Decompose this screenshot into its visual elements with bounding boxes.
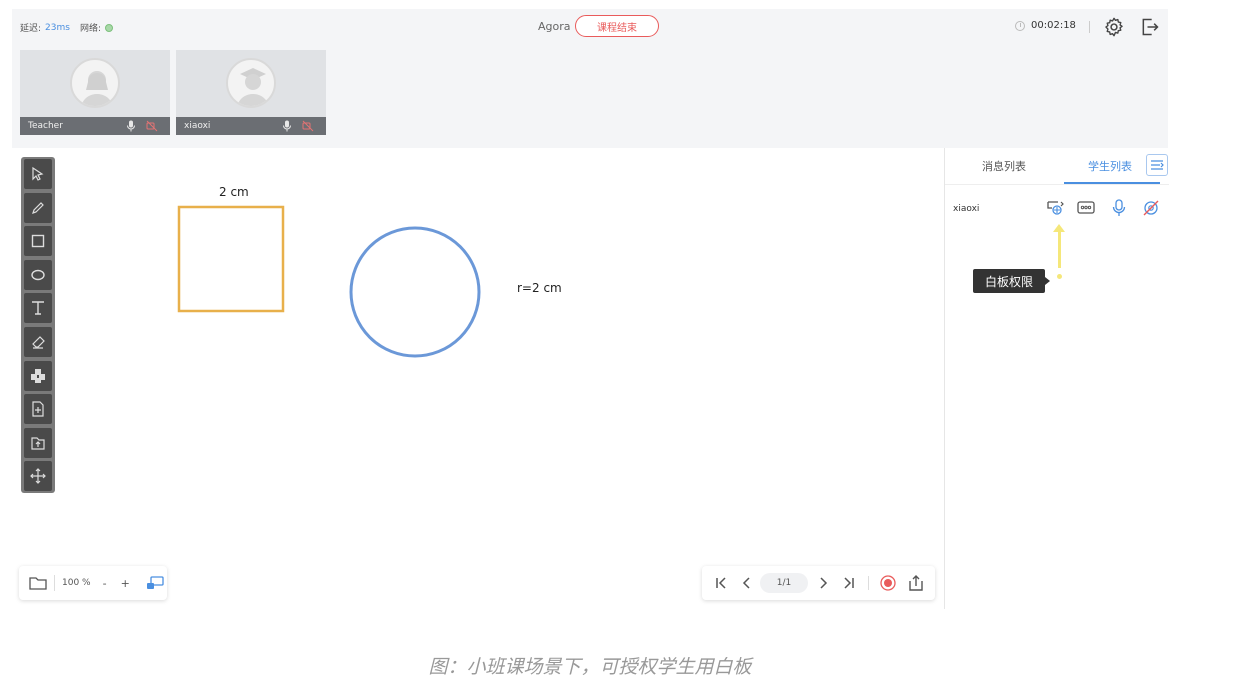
settings-gear-icon[interactable] (1103, 16, 1125, 38)
student-video-name: xiaoxi (184, 121, 211, 131)
mic-icon[interactable] (282, 120, 292, 132)
video-tile-teacher[interactable]: Teacher (20, 50, 170, 135)
class-timer: 00:02:18 (1015, 20, 1076, 31)
video-tile-student[interactable]: xiaoxi (176, 50, 326, 135)
figure-caption: 图：小班课场景下，可授权学生用白板 (428, 656, 752, 678)
annotation-arrow-tail (1057, 274, 1062, 279)
network-label: 网络: (79, 24, 102, 34)
camera-off-icon[interactable] (146, 120, 158, 132)
active-tab-indicator (1064, 182, 1160, 184)
side-panel: 消息列表 学生列表 xiaoxi 白板权限 (944, 148, 1169, 609)
circle-label: r=2 cm (517, 281, 562, 295)
tab-students[interactable]: 学生列表 (1088, 158, 1132, 174)
page-bar-divider (868, 576, 869, 590)
drawn-square (177, 205, 285, 313)
collapse-panel-button[interactable] (1146, 154, 1168, 176)
mic-icon[interactable] (126, 120, 136, 132)
collapse-list-icon (1151, 160, 1164, 170)
network-good-icon (105, 23, 114, 32)
student-list-name: xiaoxi (953, 204, 980, 214)
page-indicator: 1/1 (760, 573, 808, 593)
whiteboard-drawing (177, 205, 481, 358)
annotation-arrow (1058, 228, 1061, 268)
zoom-control: 100 % - + (19, 566, 167, 600)
folder-icon[interactable] (29, 575, 47, 591)
room-name: Agora (538, 20, 571, 33)
classroom-app: 延迟: 23ms 网络: Agora 课程结束 00:02:18 Teacher… (12, 9, 1169, 609)
latency-label: 延迟: (20, 24, 42, 34)
end-class-button[interactable]: 课程结束 (575, 15, 659, 37)
teacher-name: Teacher (28, 121, 63, 131)
header-divider (1089, 21, 1090, 33)
last-page-icon[interactable] (842, 576, 856, 590)
camera-disabled-icon[interactable] (1141, 198, 1161, 218)
camera-off-icon[interactable] (302, 120, 314, 132)
record-icon[interactable] (880, 575, 896, 591)
video-name-bar: xiaoxi (176, 117, 326, 135)
video-name-bar: Teacher (20, 117, 170, 135)
timer-value: 00:02:18 (1031, 20, 1076, 31)
zoom-in-button[interactable]: + (121, 577, 130, 590)
prev-page-icon[interactable] (740, 576, 754, 590)
latency-value: 23ms (45, 22, 70, 33)
zoom-out-button[interactable]: - (103, 577, 107, 590)
drawn-circle (349, 226, 481, 358)
exit-icon[interactable] (1140, 17, 1160, 37)
whiteboard-canvas[interactable]: 2 cm r=2 cm 100 % - + 1/1 (12, 148, 944, 609)
tab-divider (945, 184, 1169, 185)
clock-icon (1015, 20, 1025, 31)
whiteboard-permission-icon[interactable] (1045, 198, 1065, 218)
teacher-avatar (70, 58, 120, 108)
next-page-icon[interactable] (816, 576, 830, 590)
page-navigation: 1/1 (702, 566, 935, 600)
zoom-level: 100 % (62, 578, 91, 588)
screen-share-icon[interactable] (146, 575, 164, 591)
tab-messages[interactable]: 消息列表 (982, 158, 1026, 174)
square-label: 2 cm (219, 185, 249, 199)
top-bar: 延迟: 23ms 网络: Agora 课程结束 00:02:18 (12, 9, 1168, 47)
chat-permission-icon[interactable] (1076, 198, 1096, 218)
first-page-icon[interactable] (714, 576, 728, 590)
network-status: 延迟: 23ms 网络: (20, 21, 114, 34)
share-upload-icon[interactable] (908, 574, 924, 592)
microphone-icon[interactable] (1109, 198, 1129, 218)
whiteboard-permission-tooltip: 白板权限 (973, 269, 1050, 293)
student-avatar (226, 58, 276, 108)
